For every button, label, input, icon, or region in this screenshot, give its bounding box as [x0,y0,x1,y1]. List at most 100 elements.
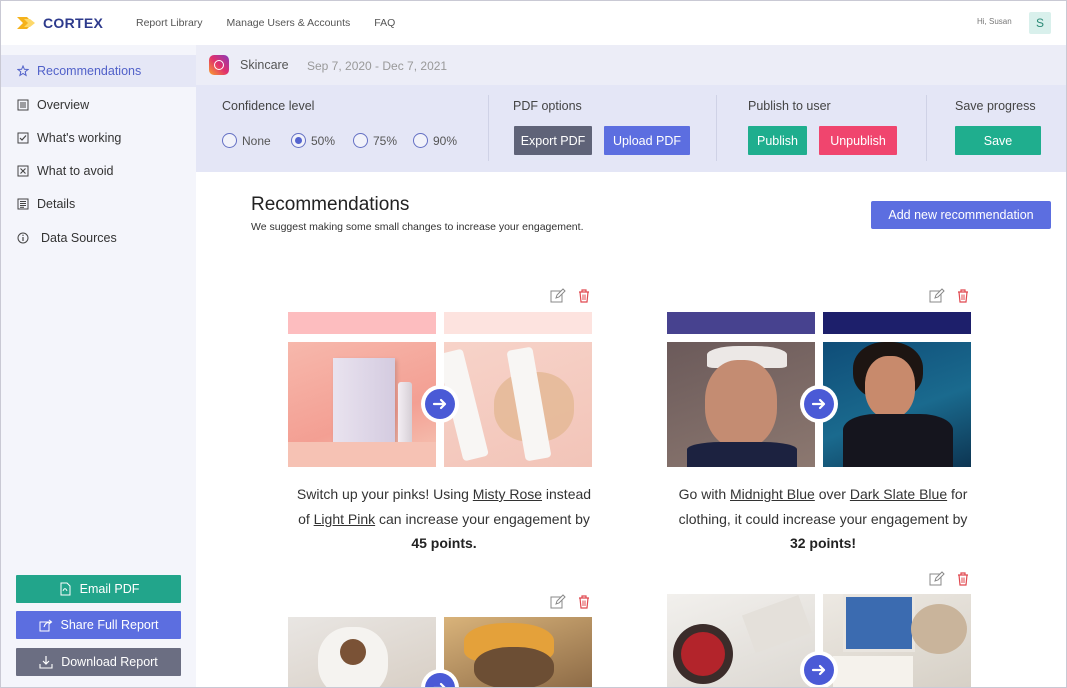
save-progress-label: Save progress [955,99,1036,113]
radio-75-circle[interactable] [353,133,368,148]
sidebar-item-label: Details [37,197,76,211]
sidebar-item-details[interactable]: Details [1,188,196,220]
color-swatch-to [823,312,971,334]
publish-button[interactable]: Publish [748,126,807,155]
color-name-link[interactable]: Misty Rose [473,486,542,502]
logo[interactable]: CORTEX [15,13,103,33]
upload-pdf-button[interactable]: Upload PDF [604,126,690,155]
sidebar: Recommendations Overview What's working … [1,45,196,687]
report-header: Skincare Sep 7, 2020 - Dec 7, 2021 [196,45,1066,85]
rec-text-part: Switch up your pinks! Using [296,486,473,502]
color-swatch-from [288,312,436,334]
download-report-button[interactable]: Download Report [16,648,181,676]
sidebar-item-whats-working[interactable]: What's working [1,122,196,154]
trash-icon[interactable] [955,288,971,304]
food-image-before [667,594,815,687]
radio-75-label: 75% [373,133,398,148]
unpublish-button[interactable]: Unpublish [819,126,897,155]
rec-text-part: for [947,486,968,502]
share-full-report-button[interactable]: Share Full Report [16,611,181,639]
color-swatch-to [444,312,592,334]
trash-icon[interactable] [576,594,592,610]
card-tools [550,594,592,610]
page-subtitle: We suggest making some small changes to … [251,221,584,233]
color-swatch-from [667,312,815,334]
sidebar-item-label: What to avoid [37,164,114,178]
logo-text: CORTEX [43,15,104,31]
page-title: Recommendations [251,194,410,215]
craft-image-after [823,594,971,687]
rec-text-part: can increase your engagement by [375,510,590,527]
edit-icon[interactable] [550,288,566,304]
email-pdf-button[interactable]: Email PDF [16,575,181,603]
sidebar-item-label: Overview [37,98,90,112]
export-pdf-button[interactable]: Export PDF [514,126,592,155]
radio-75[interactable]: 75% [353,133,397,148]
sidebar-item-overview[interactable]: Overview [1,89,196,121]
list-icon [17,99,29,111]
rec-text-part: instead [542,486,592,502]
edit-icon[interactable] [929,288,945,304]
sidebar-item-data-sources[interactable]: Data Sources [1,222,196,254]
publish-label: Publish to user [748,99,831,113]
sidebar-item-label: What's working [37,131,122,145]
pdf-icon [60,582,71,596]
sidebar-item-label: Recommendations [37,64,142,78]
color-name-link[interactable]: Midnight Blue [730,486,815,502]
card-tools [929,571,971,587]
radio-90-circle[interactable] [413,133,428,148]
radio-50-label: 50% [311,133,336,148]
trash-icon[interactable] [576,288,592,304]
arrow-right-icon [800,651,838,687]
trash-icon[interactable] [955,571,971,587]
pdf-options-label: PDF options [513,99,582,113]
download-icon [39,656,53,669]
radio-none[interactable]: None [222,133,271,148]
arrow-right-icon [800,385,838,423]
pet-image-after [444,617,592,687]
radio-90-label: 90% [433,133,458,148]
rec-text-part: clothing, it could increase your engagem… [678,510,968,527]
card-tools [929,288,971,304]
product-image-after [444,342,592,467]
radio-50-circle[interactable] [291,133,306,148]
portrait-image-after [823,342,971,467]
radio-90[interactable]: 90% [413,133,457,148]
share-full-report-label: Share Full Report [60,618,159,632]
edit-icon[interactable] [550,594,566,610]
controls-panel: Confidence level None 50% 75% 90% PDF op… [196,85,1066,172]
divider [716,95,717,161]
logo-arrow-icon [17,17,35,29]
rec-text-part: Go with [678,486,730,502]
add-recommendation-button[interactable]: Add new recommendation [871,201,1051,229]
edit-icon[interactable] [929,571,945,587]
app-window: CORTEX Report Library Manage Users & Acc… [0,0,1067,688]
rec-text-part: of [298,510,314,527]
instagram-icon [209,55,229,75]
nav-report-library[interactable]: Report Library [136,17,203,29]
save-button[interactable]: Save [955,126,1041,155]
engagement-points: 32 points! [789,535,857,551]
divider [926,95,927,161]
report-brand: Skincare [240,58,289,72]
recommendation-text: Switch up your pinks! Using Misty Rose i… [276,482,612,556]
nav-manage-users[interactable]: Manage Users & Accounts [227,17,351,29]
color-name-link[interactable]: Light Pink [314,511,375,527]
nav-faq[interactable]: FAQ [374,17,395,29]
avatar[interactable]: S [1029,12,1051,34]
sidebar-item-label: Data Sources [41,231,117,245]
details-icon [17,198,29,210]
color-name-link[interactable]: Dark Slate Blue [850,486,947,502]
radio-none-circle[interactable] [222,133,237,148]
radio-none-label: None [242,133,271,148]
rec-text-part: over [814,486,850,502]
sidebar-item-recommendations[interactable]: Recommendations [1,55,196,87]
star-icon [17,65,29,77]
report-date-range[interactable]: Sep 7, 2020 - Dec 7, 2021 [307,59,447,73]
divider [488,95,489,161]
portrait-image-before [667,342,815,467]
pet-image-before [288,617,436,687]
radio-50[interactable]: 50% [291,133,335,148]
sidebar-item-what-to-avoid[interactable]: What to avoid [1,155,196,187]
share-icon [39,619,52,632]
